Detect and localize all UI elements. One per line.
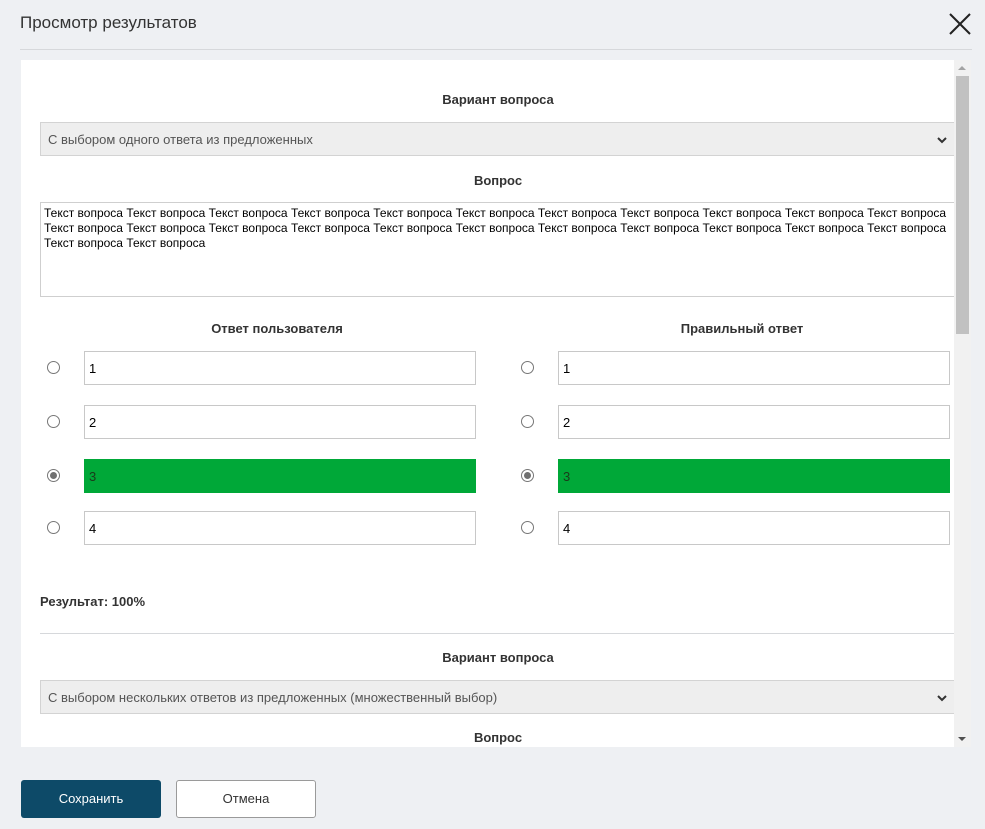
question-heading: Вопрос [473, 730, 523, 745]
header-divider [20, 49, 972, 50]
user-answer-option-field[interactable]: 3 [84, 459, 476, 493]
chevron-down-icon [936, 133, 948, 144]
dialog-title: Просмотр результатов [20, 13, 197, 32]
cancel-button[interactable]: Отмена [176, 780, 316, 818]
question-type-select[interactable]: С выбором одного ответа из предложенных [40, 122, 956, 156]
user-answer-option-field[interactable]: 2 [84, 405, 476, 439]
chevron-down-icon [936, 691, 948, 702]
user-answer-radio[interactable] [47, 521, 60, 534]
correct-answer-option-field[interactable]: 2 [558, 405, 950, 439]
save-button[interactable]: Сохранить [21, 780, 161, 818]
question-type-select[interactable]: С выбором нескольких ответов из предложе… [40, 680, 956, 714]
question-type-value: С выбором одного ответа из предложенных [48, 132, 313, 147]
correct-answer-heading: Правильный ответ [680, 321, 804, 336]
question-type-heading: Вариант вопроса [442, 92, 554, 107]
content-scrollbar[interactable] [954, 60, 971, 747]
user-answer-option-field[interactable]: 1 [84, 351, 476, 385]
user-answer-radio[interactable] [47, 361, 60, 374]
question-type-heading: Вариант вопроса [442, 650, 554, 665]
user-answer-radio[interactable] [47, 415, 60, 428]
results-content-panel: Вариант вопроса С выбором одного ответа … [21, 60, 971, 747]
user-answer-option-field[interactable]: 4 [84, 511, 476, 545]
correct-answer-option-field[interactable]: 4 [558, 511, 950, 545]
correct-answer-option-field[interactable]: 1 [558, 351, 950, 385]
correct-answer-radio[interactable] [521, 521, 534, 534]
dialog-header: Просмотр результатов [0, 0, 985, 50]
question-text-area[interactable]: Текст вопроса Текст вопроса Текст вопрос… [40, 202, 956, 297]
correct-answer-option-field[interactable]: 3 [558, 459, 950, 493]
scroll-up-arrow-icon[interactable] [958, 66, 966, 70]
correct-answer-radio[interactable] [521, 469, 534, 482]
close-icon[interactable] [948, 12, 972, 36]
user-answer-radio[interactable] [47, 469, 60, 482]
correct-answer-radio[interactable] [521, 361, 534, 374]
result-score: Результат: 100% [40, 594, 146, 609]
section-divider [40, 633, 956, 634]
scroll-down-arrow-icon[interactable] [958, 737, 966, 741]
question-type-value: С выбором нескольких ответов из предложе… [48, 690, 498, 705]
correct-answer-radio[interactable] [521, 415, 534, 428]
question-heading: Вопрос [473, 173, 523, 188]
scrollbar-thumb[interactable] [956, 76, 969, 334]
user-answer-heading: Ответ пользователя [211, 321, 343, 336]
